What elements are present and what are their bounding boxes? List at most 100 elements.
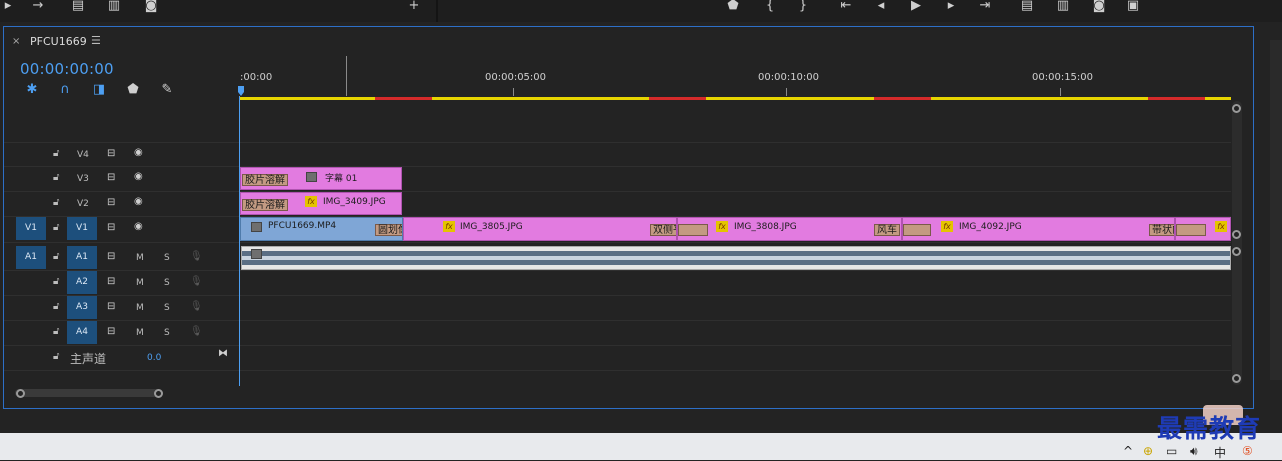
nest-icon[interactable]: ✱ [23, 82, 41, 98]
track-target-a4[interactable]: A4 [67, 321, 97, 344]
lock-icon[interactable]: 🔓︎ [53, 172, 59, 183]
clip-v1-image-1[interactable]: fx IMG_3805.JPG 双侧平推门 [403, 217, 677, 241]
lift-icon[interactable]: ▤ [1019, 0, 1035, 12]
lock-icon[interactable]: 🔓︎ [53, 222, 59, 233]
microphone-icon[interactable]: 🎙︎ [190, 326, 203, 337]
input-method-icon[interactable]: ⑤ [1242, 444, 1253, 458]
lock-icon[interactable]: 🔓︎ [53, 197, 59, 208]
lock-icon[interactable]: 🔓︎ [53, 251, 59, 262]
transition-label[interactable]: 胶片溶解 [242, 199, 288, 211]
vscroll-handle-audio-top[interactable] [1232, 247, 1241, 256]
clip-v1-image-2[interactable]: fx IMG_3808.JPG 风车 [677, 217, 902, 241]
microphone-icon[interactable]: 🎙︎ [190, 301, 203, 312]
sync-lock-icon[interactable]: ⊟ [107, 276, 115, 287]
track-name[interactable]: V2 [77, 199, 89, 209]
sync-lock-icon[interactable]: ⊟ [107, 222, 115, 233]
track-target-a3[interactable]: A3 [67, 296, 97, 319]
solo-button[interactable]: S [164, 278, 170, 288]
mute-button[interactable]: M [136, 278, 144, 288]
compare-icon[interactable]: ▣ [1125, 0, 1141, 12]
transition-label[interactable]: 圆划像 [375, 224, 402, 236]
clip-v1-video[interactable]: PFCU1669.MP4 圆划像 [240, 217, 403, 241]
marker-icon[interactable]: ⬟ [725, 0, 741, 12]
transition-tail[interactable] [678, 224, 708, 236]
lock-icon[interactable]: 🔓︎ [53, 326, 59, 337]
go-to-in-icon[interactable]: ⇤ [838, 0, 854, 12]
clip-a1-audio[interactable] [241, 246, 1231, 270]
clip-v1-image-4[interactable]: fx [1175, 217, 1231, 241]
track-name[interactable]: V3 [77, 174, 89, 184]
insert-icon[interactable]: ▤ [70, 0, 86, 12]
step-forward-frame-icon[interactable]: ▸ [943, 0, 959, 12]
transition-tail[interactable] [1176, 224, 1206, 236]
clip-v1-image-3[interactable]: fx IMG_4092.JPG 带状内滑 [902, 217, 1175, 241]
camera-icon[interactable]: ◙ [143, 0, 159, 12]
horizontal-scrollbar[interactable] [15, 389, 163, 397]
mute-button[interactable]: M [136, 328, 144, 338]
mute-button[interactable]: M [136, 253, 144, 263]
microphone-icon[interactable]: 🎙︎ [190, 251, 203, 262]
solo-button[interactable]: S [164, 303, 170, 313]
export-frame-icon[interactable]: ◙ [1091, 0, 1107, 12]
clip-v2-image[interactable]: 胶片溶解 fx IMG_3409.JPG [240, 192, 402, 215]
transition-label[interactable]: 风车 [874, 224, 900, 236]
playhead-timecode[interactable]: 00:00:00:00 [20, 60, 114, 78]
lock-icon[interactable]: 🔓︎ [53, 351, 59, 362]
sync-lock-icon[interactable]: ⊟ [107, 301, 115, 312]
eye-icon[interactable]: ◉ [134, 171, 143, 182]
eye-icon[interactable]: ◉ [134, 221, 143, 232]
linked-selection-icon[interactable]: ◨ [90, 82, 108, 98]
lock-icon[interactable]: 🔓︎ [53, 276, 59, 287]
playhead-line[interactable] [239, 96, 240, 386]
transition-label[interactable]: 带状内滑 [1149, 224, 1174, 236]
eye-icon[interactable]: ◉ [134, 196, 143, 207]
play-icon[interactable]: ▶ [908, 0, 924, 12]
transition-tail[interactable] [903, 224, 931, 236]
clip-v3-title[interactable]: 胶片溶解 字幕 01 [240, 167, 402, 190]
scroll-handle-left[interactable] [16, 389, 25, 398]
lock-icon[interactable]: 🔓︎ [53, 148, 59, 159]
overwrite-icon[interactable]: ▥ [106, 0, 122, 12]
vscroll-handle-bottom[interactable] [1232, 374, 1241, 383]
transition-label[interactable]: 胶片溶解 [242, 174, 288, 186]
vertical-scrollbar[interactable] [1232, 101, 1242, 385]
snap-icon[interactable]: ∩ [56, 82, 74, 98]
scroll-handle-right[interactable] [154, 389, 163, 398]
track-target-a1[interactable]: A1 [67, 246, 97, 269]
add-button-icon[interactable]: + [406, 0, 422, 12]
tray-app-icon[interactable]: ⊕ [1143, 444, 1153, 458]
sequence-tab-title[interactable]: PFCU1669 [30, 35, 87, 48]
track-target-a2[interactable]: A2 [67, 271, 97, 294]
network-icon[interactable]: ▭ [1166, 444, 1177, 458]
step-forward-icon[interactable]: ▸ [0, 0, 16, 12]
solo-button[interactable]: S [164, 253, 170, 263]
master-volume-value[interactable]: 0.0 [147, 353, 161, 363]
go-to-out-icon[interactable]: ⇥ [977, 0, 993, 12]
sync-lock-icon[interactable]: ⊟ [107, 148, 115, 159]
source-patch-v1[interactable]: V1 [16, 217, 46, 240]
extract-icon[interactable]: ▥ [1055, 0, 1071, 12]
microphone-icon[interactable]: 🎙︎ [190, 276, 203, 287]
go-to-end-icon[interactable]: ⧓ [218, 348, 228, 359]
mute-button[interactable]: M [136, 303, 144, 313]
vscroll-handle-mid[interactable] [1232, 230, 1241, 239]
lock-icon[interactable]: 🔓︎ [53, 301, 59, 312]
eye-icon[interactable]: ◉ [134, 147, 143, 158]
volume-icon[interactable]: 🔊︎ [1190, 444, 1198, 459]
wrench-icon[interactable]: ✎ [158, 82, 176, 98]
mark-in-icon[interactable]: { [762, 0, 778, 12]
add-marker-icon[interactable]: ⬟ [124, 82, 142, 98]
sync-lock-icon[interactable]: ⊟ [107, 326, 115, 337]
solo-button[interactable]: S [164, 328, 170, 338]
ime-indicator[interactable]: 中 [1214, 444, 1226, 461]
tray-expand-icon[interactable]: ^ [1123, 444, 1133, 458]
close-tab-icon[interactable]: × [12, 36, 20, 47]
mark-out-icon[interactable]: } [795, 0, 811, 12]
transition-label[interactable]: 双侧平推门 [650, 224, 676, 236]
step-back-icon[interactable]: ◂ [873, 0, 889, 12]
sync-lock-icon[interactable]: ⊟ [107, 197, 115, 208]
sync-lock-icon[interactable]: ⊟ [107, 172, 115, 183]
shuttle-out-icon[interactable]: → [30, 0, 46, 12]
panel-menu-icon[interactable]: ☰ [91, 34, 101, 47]
track-name[interactable]: V4 [77, 150, 89, 160]
